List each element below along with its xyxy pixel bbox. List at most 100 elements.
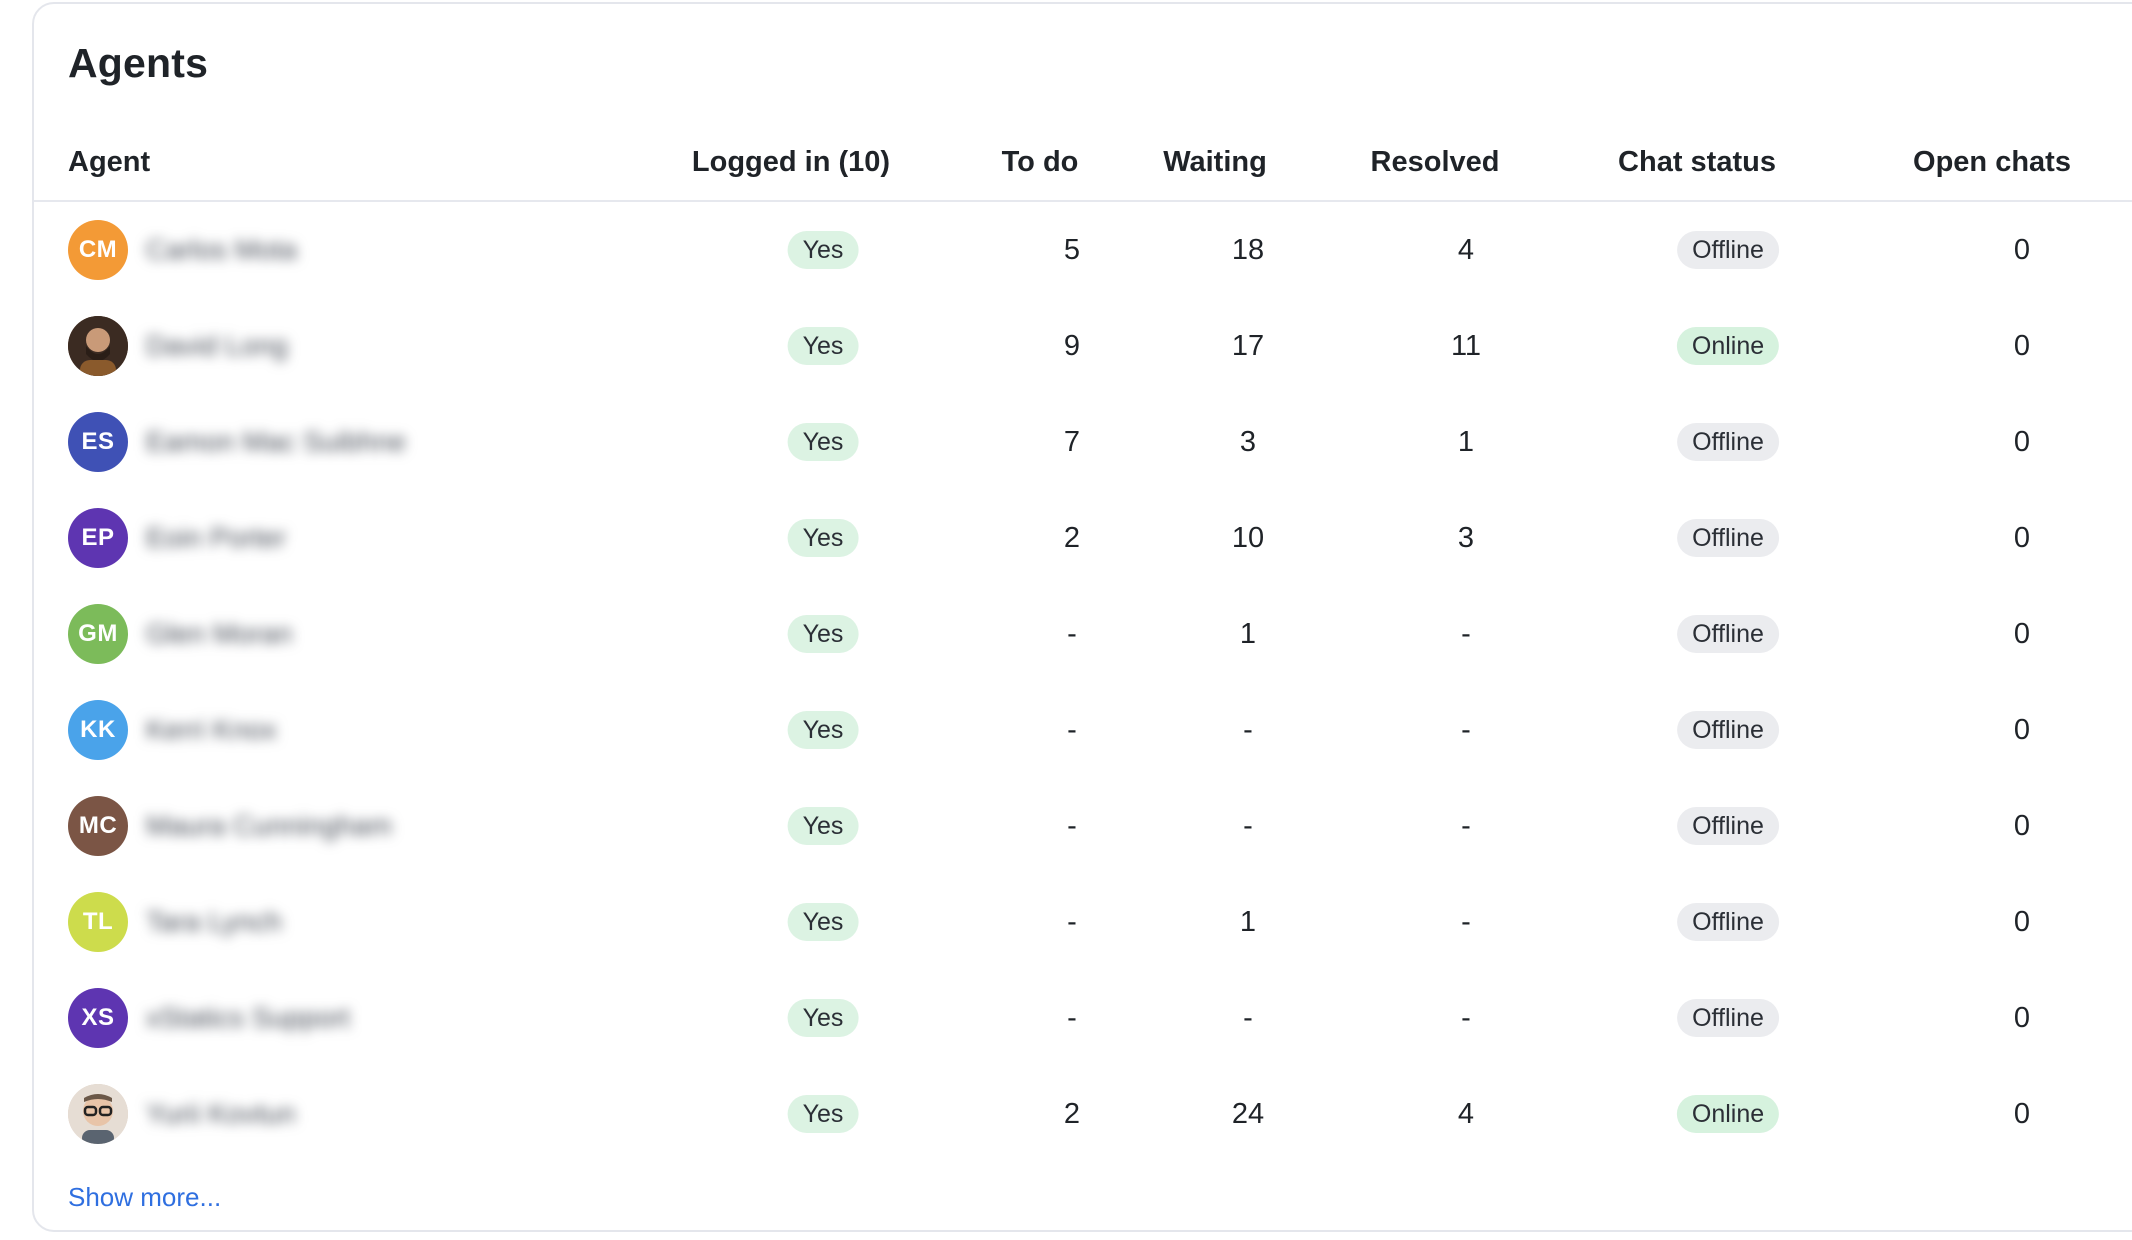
avatar: XS — [68, 988, 128, 1048]
agent-name[interactable]: Glen Moran — [146, 618, 292, 650]
table-row[interactable]: EP Eoin Porter Yes 2 10 3 Offline 0 — [34, 490, 2132, 586]
table-row[interactable]: David Long Yes 9 17 11 Online 0 — [34, 298, 2132, 394]
to-do-value: - — [1067, 713, 1077, 746]
chat-status-cell: Offline — [1677, 874, 1779, 970]
avatar: KK — [68, 700, 128, 760]
logged-in-badge: Yes — [787, 1095, 859, 1133]
waiting-value: - — [1243, 1001, 1253, 1034]
open-chats-value: 0 — [2013, 521, 2031, 554]
chat-status-cell: Offline — [1677, 394, 1779, 490]
avatar: ES — [68, 412, 128, 472]
to-do-cell: - — [1067, 586, 1077, 682]
table-row[interactable]: KK Kerri Knox Yes - - - Offline 0 — [34, 682, 2132, 778]
waiting-cell: 18 — [1232, 202, 1264, 298]
to-do-cell: 5 — [1064, 202, 1080, 298]
avatar-initials: CM — [78, 236, 118, 263]
table-row[interactable]: GM Glen Moran Yes - 1 - Offline 0 — [34, 586, 2132, 682]
show-more-link[interactable]: Show more... — [68, 1182, 221, 1213]
resolved-value: - — [1461, 1001, 1471, 1034]
column-header-open-chats[interactable]: Open chats — [1913, 146, 2071, 179]
resolved-cell: - — [1461, 874, 1471, 970]
table-row[interactable]: XS xStatics Support Yes - - - Offline 0 — [34, 970, 2132, 1066]
chat-status-badge: Offline — [1677, 999, 1779, 1037]
avatar-initials: EP — [81, 524, 115, 551]
column-header-agent[interactable]: Agent — [68, 146, 150, 179]
logged-in-badge: Yes — [787, 327, 859, 365]
open-chats-value: 0 — [2013, 617, 2031, 650]
chat-status-cell: Offline — [1677, 586, 1779, 682]
open-chats-cell: 0 — [2014, 682, 2030, 778]
agents-table-body: CM Carlos Mota Yes 5 18 4 Offline 0 David Long Ye… — [34, 202, 2132, 1162]
chat-status-badge: Offline — [1677, 807, 1779, 845]
open-chats-value: 0 — [2013, 329, 2031, 362]
logged-in-badge: Yes — [787, 615, 859, 653]
resolved-cell: - — [1461, 778, 1471, 874]
open-chats-value: 0 — [2013, 425, 2031, 458]
logged-in-badge: Yes — [787, 423, 859, 461]
logged-in-badge: Yes — [787, 519, 859, 557]
chat-status-badge: Online — [1676, 1095, 1780, 1133]
to-do-value: 7 — [1063, 425, 1081, 458]
open-chats-cell: 0 — [2014, 298, 2030, 394]
to-do-value: - — [1067, 905, 1077, 938]
waiting-cell: 17 — [1232, 298, 1264, 394]
waiting-value: - — [1243, 713, 1253, 746]
chat-status-badge: Offline — [1677, 711, 1779, 749]
resolved-cell: - — [1461, 970, 1471, 1066]
avatar: GM — [68, 604, 128, 664]
table-row[interactable]: CM Carlos Mota Yes 5 18 4 Offline 0 — [34, 202, 2132, 298]
waiting-value: 18 — [1231, 233, 1265, 266]
column-header-resolved[interactable]: Resolved — [1371, 146, 1500, 179]
table-row[interactable]: TL Tara Lynch Yes - 1 - Offline 0 — [34, 874, 2132, 970]
agent-name[interactable]: David Long — [146, 330, 288, 362]
table-row[interactable]: Yurii Kovtun Yes 2 24 4 Online 0 — [34, 1066, 2132, 1162]
to-do-value: 9 — [1063, 329, 1081, 362]
chat-status-badge: Offline — [1677, 423, 1779, 461]
chat-status-cell: Offline — [1677, 778, 1779, 874]
resolved-value: 11 — [1450, 329, 1482, 362]
to-do-value: - — [1067, 809, 1077, 842]
agent-name[interactable]: Eoin Porter — [146, 522, 286, 554]
logged-in-cell: Yes — [787, 874, 859, 970]
table-row[interactable]: ES Eamon Mac Suibhne Yes 7 3 1 Offline 0 — [34, 394, 2132, 490]
resolved-value: 4 — [1457, 1097, 1475, 1130]
column-header-to-do[interactable]: To do — [1002, 146, 1079, 179]
agent-name[interactable]: Maura Cunningham — [146, 810, 392, 842]
logged-in-cell: Yes — [787, 394, 859, 490]
to-do-value: - — [1067, 617, 1077, 650]
logged-in-cell: Yes — [787, 490, 859, 586]
resolved-value: 1 — [1457, 425, 1475, 458]
open-chats-cell: 0 — [2014, 586, 2030, 682]
logged-in-badge: Yes — [787, 231, 859, 269]
to-do-cell: - — [1067, 874, 1077, 970]
to-do-cell: 2 — [1064, 1066, 1080, 1162]
to-do-value: - — [1067, 1001, 1077, 1034]
agent-name[interactable]: Carlos Mota — [146, 234, 297, 266]
chat-status-badge: Offline — [1677, 231, 1779, 269]
avatar-initials: XS — [81, 1004, 115, 1031]
resolved-cell: 1 — [1458, 394, 1474, 490]
open-chats-value: 0 — [2013, 1097, 2031, 1130]
table-row[interactable]: MC Maura Cunningham Yes - - - Offline 0 — [34, 778, 2132, 874]
column-header-waiting[interactable]: Waiting — [1163, 146, 1267, 179]
resolved-cell: 4 — [1458, 1066, 1474, 1162]
agent-name[interactable]: Kerri Knox — [146, 714, 277, 746]
agent-name[interactable]: Tara Lynch — [146, 906, 282, 938]
open-chats-value: 0 — [2013, 809, 2031, 842]
logged-in-cell: Yes — [787, 298, 859, 394]
waiting-value: 17 — [1231, 329, 1265, 362]
avatar-initials: ES — [81, 428, 115, 455]
agent-name[interactable]: xStatics Support — [146, 1002, 350, 1034]
resolved-value: 4 — [1457, 233, 1475, 266]
logged-in-cell: Yes — [787, 682, 859, 778]
avatar — [68, 1084, 128, 1144]
open-chats-cell: 0 — [2014, 1066, 2030, 1162]
to-do-value: 2 — [1063, 521, 1081, 554]
to-do-cell: - — [1067, 778, 1077, 874]
agent-name[interactable]: Yurii Kovtun — [146, 1098, 295, 1130]
agent-name[interactable]: Eamon Mac Suibhne — [146, 426, 406, 458]
open-chats-cell: 0 — [2014, 778, 2030, 874]
column-header-chat-status[interactable]: Chat status — [1618, 146, 1776, 179]
resolved-cell: - — [1461, 682, 1471, 778]
column-header-logged-in[interactable]: Logged in (10) — [692, 146, 890, 179]
